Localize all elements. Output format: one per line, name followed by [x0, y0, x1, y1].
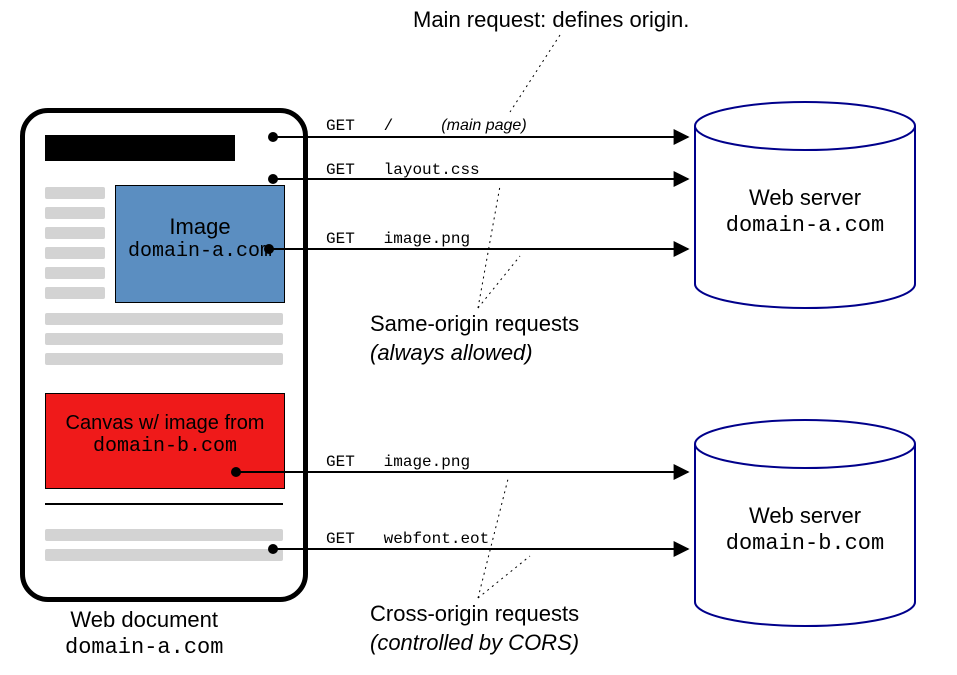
request-main-method: GET — [326, 117, 355, 135]
request-css: GET layout.css — [326, 161, 480, 179]
request-webfont-path: webfont.eot — [384, 530, 490, 548]
image-label: Image — [116, 214, 284, 240]
doc-textbar — [45, 549, 283, 561]
request-css-path: layout.css — [384, 161, 480, 179]
web-document-caption: Web document domain-a.com — [65, 606, 223, 661]
doc-hr — [45, 503, 283, 505]
web-document-title: Web document — [65, 606, 223, 634]
server-a-title: Web server — [690, 184, 920, 212]
doc-textbar — [45, 529, 283, 541]
request-image-a-path: image.png — [384, 230, 470, 248]
server-domain-a: Web server domain-a.com — [690, 100, 920, 310]
doc-textbar — [45, 187, 105, 199]
same-origin-title: Same-origin requests — [370, 310, 579, 339]
doc-titlebar — [45, 135, 235, 161]
request-main-note: (main page) — [441, 117, 526, 134]
server-domain-b: Web server domain-b.com — [690, 418, 920, 628]
doc-textbar — [45, 313, 283, 325]
doc-textbar — [45, 247, 105, 259]
server-a-domain: domain-a.com — [690, 212, 920, 240]
web-document: Image domain-a.com Canvas w/ image from … — [20, 108, 308, 602]
cross-origin-note: Cross-origin requests (controlled by COR… — [370, 600, 579, 657]
canvas-domain-b: Canvas w/ image from domain-b.com — [45, 393, 285, 489]
request-main-path: / — [384, 117, 394, 135]
request-image-a: GET image.png — [326, 230, 470, 248]
web-document-domain: domain-a.com — [65, 634, 223, 662]
request-css-method: GET — [326, 161, 355, 179]
server-b-title: Web server — [690, 502, 920, 530]
canvas-label: Canvas w/ image from — [46, 412, 284, 435]
doc-textbar — [45, 207, 105, 219]
request-image-a-method: GET — [326, 230, 355, 248]
cross-origin-sub: (controlled by CORS) — [370, 629, 579, 658]
main-request-note: Main request: defines origin. — [413, 6, 689, 35]
same-origin-note: Same-origin requests (always allowed) — [370, 310, 579, 367]
cross-origin-title: Cross-origin requests — [370, 600, 579, 629]
doc-textbar — [45, 267, 105, 279]
request-image-b-path: image.png — [384, 453, 470, 471]
request-image-b-method: GET — [326, 453, 355, 471]
doc-textbar — [45, 287, 105, 299]
request-webfont-method: GET — [326, 530, 355, 548]
request-main: GET / (main page) — [326, 117, 527, 135]
canvas-domain: domain-b.com — [46, 435, 284, 458]
same-origin-sub: (always allowed) — [370, 339, 579, 368]
server-b-domain: domain-b.com — [690, 530, 920, 558]
doc-textbar — [45, 353, 283, 365]
doc-textbar — [45, 227, 105, 239]
doc-textbar — [45, 333, 283, 345]
image-domain: domain-a.com — [116, 240, 284, 263]
request-webfont: GET webfont.eot — [326, 530, 489, 548]
image-domain-a: Image domain-a.com — [115, 185, 285, 303]
request-image-b: GET image.png — [326, 453, 470, 471]
